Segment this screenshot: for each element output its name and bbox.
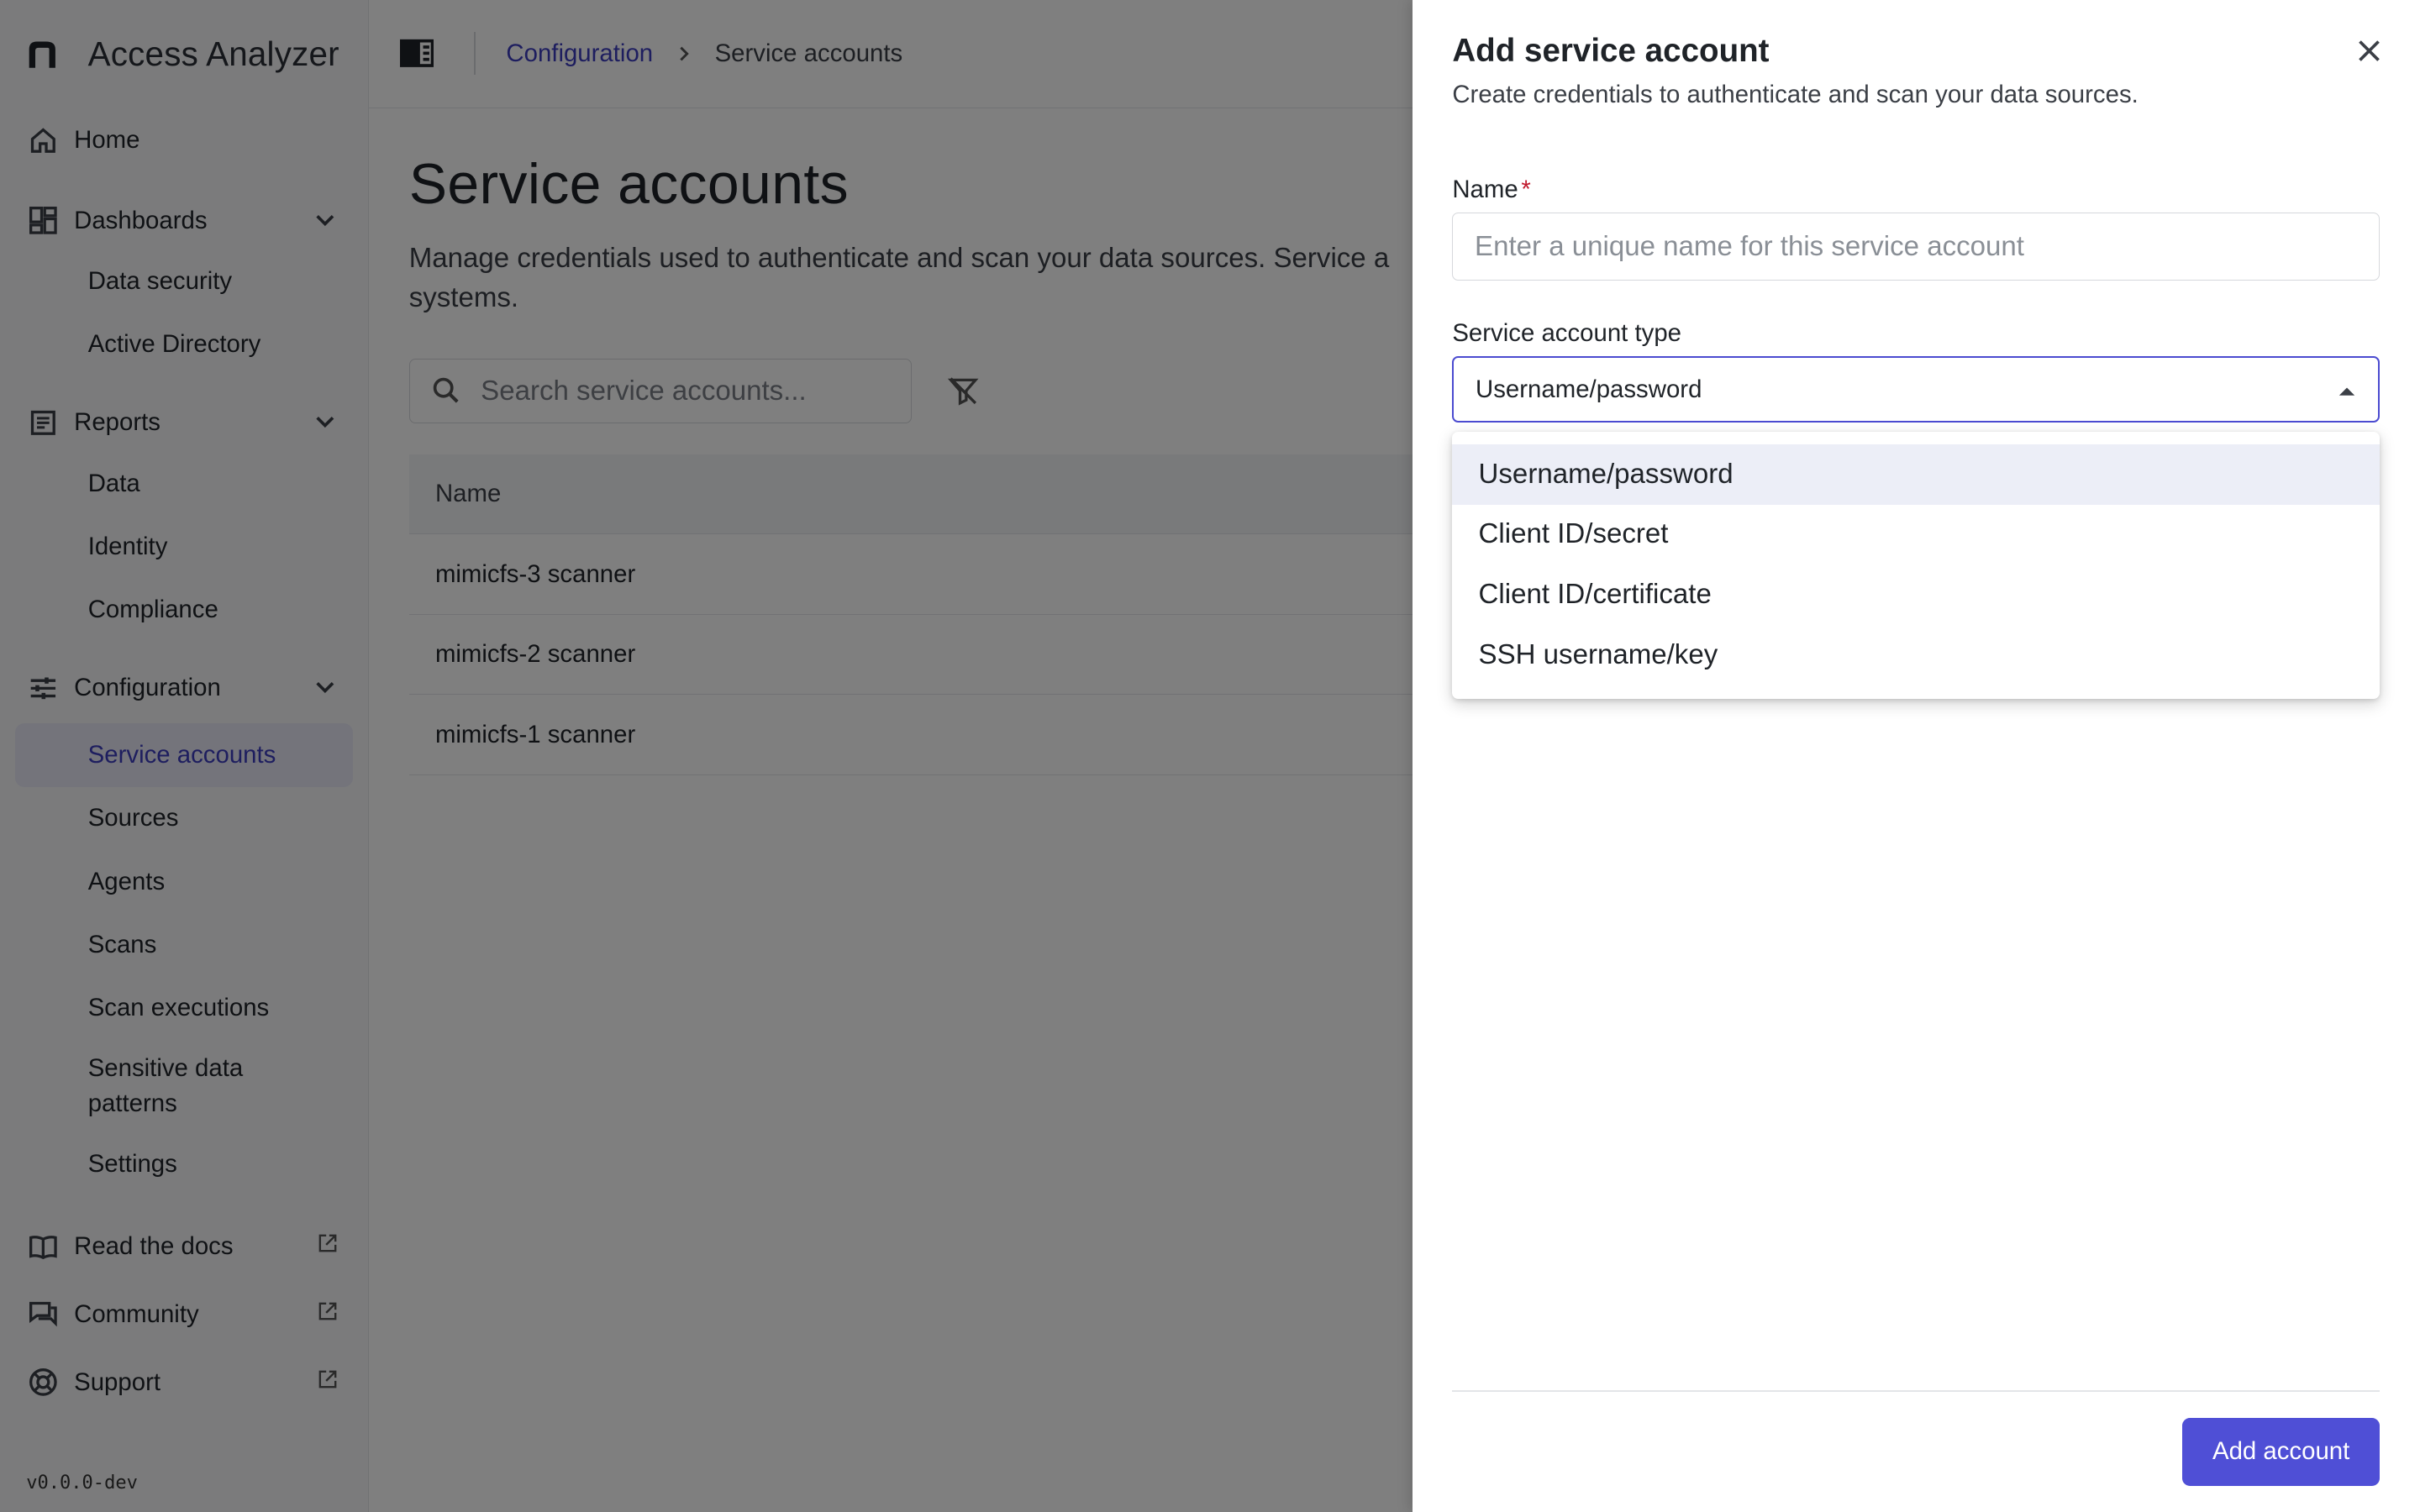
service-account-type-select[interactable]: Username/password [1452,356,2381,423]
type-dropdown-menu: Username/password Client ID/secret Clien… [1452,432,2381,699]
add-account-button[interactable]: Add account [2182,1417,2381,1486]
option-client-id-secret[interactable]: Client ID/secret [1452,505,2380,565]
required-asterisk: * [1521,176,1531,204]
drawer-title: Add service account [1452,32,1770,69]
name-label: Name * [1452,176,1530,204]
add-service-account-drawer: Add service account Create credentials t… [1412,0,2420,1512]
drawer-subtitle: Create credentials to authenticate and s… [1452,80,2139,108]
footer-divider [1452,1389,2381,1392]
modal-backdrop[interactable] [0,0,1413,1512]
caret-up-icon [2339,387,2355,396]
select-value: Username/password [1476,375,1702,403]
close-icon[interactable] [2355,37,2383,65]
app-root: Access Analyzer Home Dashboards Data sec… [0,0,2420,1512]
name-field[interactable] [1452,213,2381,281]
name-label-text: Name [1452,176,1518,204]
type-label: Service account type [1452,319,1682,348]
option-username-password[interactable]: Username/password [1452,444,2381,505]
option-client-id-certificate[interactable]: Client ID/certificate [1452,564,2380,625]
option-ssh-username-key[interactable]: SSH username/key [1452,625,2380,685]
